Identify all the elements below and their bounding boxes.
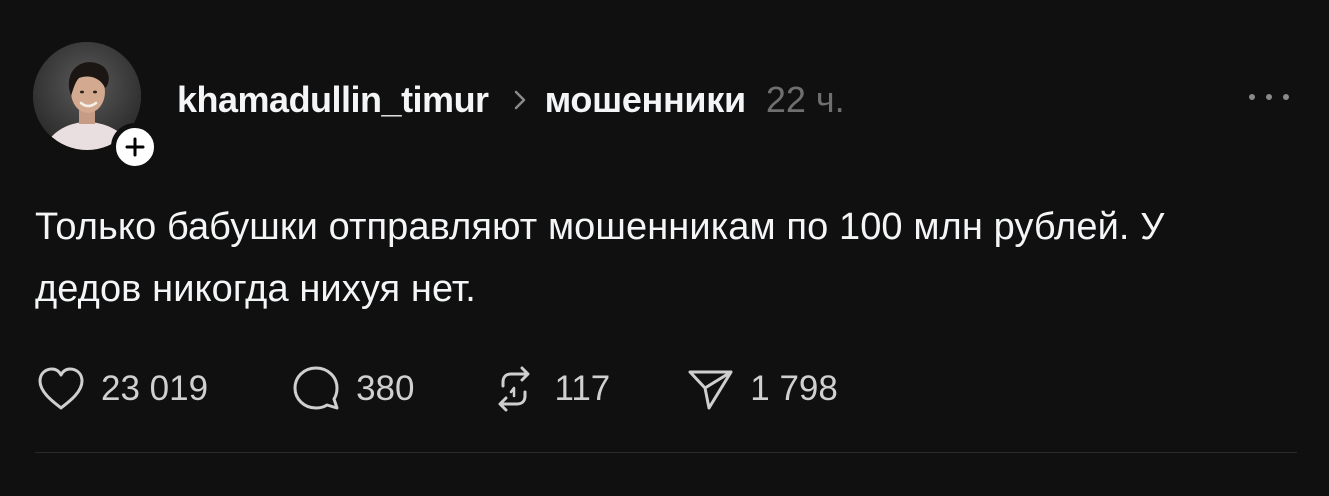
more-horizontal-icon xyxy=(1249,94,1255,100)
post-text: Только бабушки отправляют мошенникам по … xyxy=(35,206,1165,310)
like-button[interactable]: 23 019 xyxy=(35,363,208,415)
thread-post: khamadullin_timur мошенники 22 ч. Только… xyxy=(0,0,1329,496)
chevron-right-icon xyxy=(513,89,527,111)
comment-button[interactable]: 380 xyxy=(290,363,414,415)
heart-icon xyxy=(35,363,87,415)
comment-count: 380 xyxy=(356,369,415,408)
post-actions: 23 019 380 117 1 798 xyxy=(35,362,838,416)
post-timestamp[interactable]: 22 ч. xyxy=(766,79,845,121)
share-button[interactable]: 1 798 xyxy=(684,363,838,415)
divider xyxy=(35,452,1297,453)
send-icon xyxy=(684,363,736,415)
plus-icon xyxy=(125,137,145,157)
repost-count: 117 xyxy=(554,369,611,408)
repost-button[interactable]: 117 xyxy=(488,363,610,415)
like-count: 23 019 xyxy=(101,369,209,408)
avatar[interactable] xyxy=(33,42,159,171)
topic-link[interactable]: мошенники xyxy=(545,79,747,121)
post-header: khamadullin_timur мошенники 22 ч. xyxy=(177,76,845,124)
comment-icon xyxy=(290,363,342,415)
username-link[interactable]: khamadullin_timur xyxy=(177,79,489,121)
follow-button[interactable] xyxy=(111,123,159,171)
more-options-button[interactable] xyxy=(1249,82,1289,112)
share-count: 1 798 xyxy=(750,369,838,408)
repost-icon xyxy=(488,363,540,415)
